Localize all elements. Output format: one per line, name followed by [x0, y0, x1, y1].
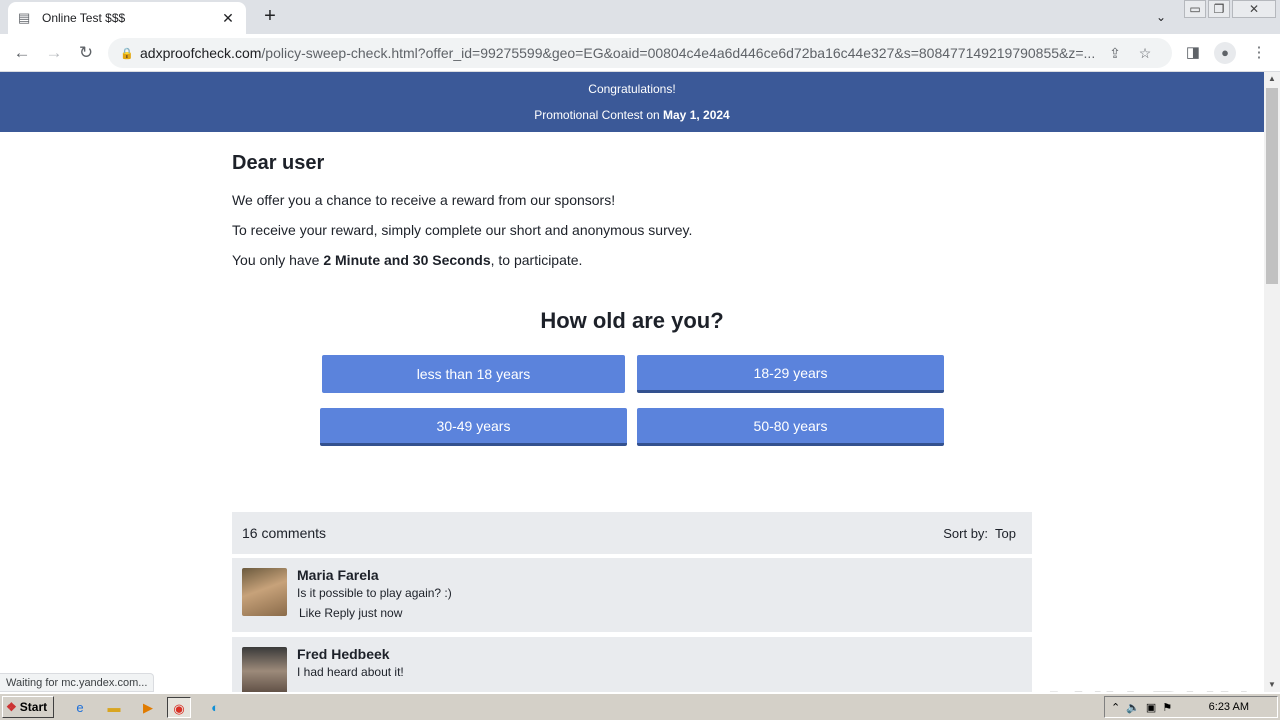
back-arrow-icon[interactable]: ←	[10, 41, 34, 65]
comment-text: I had heard about it!	[297, 665, 404, 679]
answer-30-49-button[interactable]: 30-49 years	[320, 408, 627, 446]
windows-logo-icon: ❖	[6, 700, 17, 714]
comment-item: Fred Hedbeek I had heard about it!	[232, 637, 1032, 692]
scroll-down-icon[interactable]: ▼	[1264, 678, 1280, 692]
clock[interactable]: 6:23 AM	[1209, 701, 1249, 713]
greeting-heading: Dear user	[232, 152, 325, 174]
volume-icon[interactable]: 🔈	[1126, 701, 1140, 714]
intro-paragraph-2: To receive your reward, simply complete …	[232, 222, 693, 238]
close-tab-icon[interactable]: ✕	[220, 10, 236, 27]
scrollbar-thumb[interactable]	[1266, 88, 1278, 284]
comment-item: Maria Farela Is it possible to play agai…	[232, 558, 1032, 632]
folder-icon[interactable]: ▬	[102, 697, 126, 718]
address-bar[interactable]: 🔒 adxproofcheck.com/policy-sweep-check.h…	[108, 38, 1172, 68]
tab-strip: ▤ Online Test $$$ ✕ + ⌄ ▭ ❐ ✕	[0, 0, 1280, 34]
windows-taskbar: ❖ Start e ▬ ▶ ◉ ◐ ⌃ 🔈 ▣ ⚑ 6:23 AM	[0, 693, 1280, 720]
system-tray: ⌃ 🔈 ▣ ⚑ 6:23 AM	[1104, 696, 1278, 718]
lock-icon[interactable]: 🔒	[120, 47, 140, 60]
bookmark-star-icon[interactable]: ☆	[1130, 45, 1160, 62]
tray-expand-icon[interactable]: ⌃	[1111, 701, 1120, 714]
survey-question: How old are you?	[540, 308, 724, 333]
tab-title: Online Test $$$	[42, 11, 126, 25]
page-viewport: Congratulations! Promotional Contest on …	[0, 72, 1264, 692]
comments-header: 16 comments Sort by: Top	[232, 512, 1032, 554]
forward-arrow-icon[interactable]: →	[42, 41, 66, 65]
comments-count: 16 comments	[242, 525, 327, 541]
commenter-avatar	[242, 647, 287, 692]
reload-icon[interactable]: ↻	[74, 41, 98, 65]
url-text[interactable]: adxproofcheck.com/policy-sweep-check.htm…	[140, 45, 1100, 61]
profile-avatar-icon[interactable]: ●	[1214, 42, 1236, 64]
answer-50-80-button[interactable]: 50-80 years	[637, 408, 944, 446]
restore-window-icon[interactable]: ❐	[1208, 0, 1230, 18]
anyrun-watermark: ANY RUN	[1038, 682, 1252, 692]
intro-paragraph-1: We offer you a chance to receive a rewar…	[232, 192, 616, 208]
scroll-up-icon[interactable]: ▲	[1264, 72, 1280, 86]
close-window-icon[interactable]: ✕	[1232, 0, 1276, 18]
ie-icon[interactable]: e	[68, 697, 92, 718]
status-bubble: Waiting for mc.yandex.com...	[0, 673, 155, 692]
answer-under-18-button[interactable]: less than 18 years	[322, 355, 625, 393]
sort-control[interactable]: Sort by: Top	[943, 526, 1016, 541]
promo-banner: Congratulations! Promotional Contest on …	[0, 72, 1264, 132]
new-tab-button[interactable]: +	[258, 4, 282, 28]
commenter-avatar	[242, 568, 287, 616]
side-panel-icon[interactable]: ◨	[1182, 42, 1204, 64]
tab-search-chevron-icon[interactable]: ⌄	[1150, 6, 1172, 28]
chrome-icon[interactable]: ◉	[167, 697, 191, 718]
banner-contest: Promotional Contest on May 1, 2024	[534, 108, 730, 122]
intro-paragraph-3: You only have 2 Minute and 30 Seconds, t…	[232, 252, 583, 268]
media-player-icon[interactable]: ▶	[136, 697, 160, 718]
browser-toolbar: ← → ↻ 🔒 adxproofcheck.com/policy-sweep-c…	[0, 34, 1280, 72]
page-scrollbar[interactable]: ▲ ▼	[1264, 72, 1280, 692]
banner-congrats: Congratulations!	[588, 82, 676, 96]
action-center-flag-icon[interactable]: ⚑	[1162, 701, 1172, 714]
answer-18-29-button[interactable]: 18-29 years	[637, 355, 944, 393]
page-favicon-icon: ▤	[18, 10, 31, 25]
commenter-name[interactable]: Fred Hedbeek	[297, 646, 390, 662]
comment-text: Is it possible to play again? :)	[297, 586, 452, 600]
minimize-window-icon[interactable]: ▭	[1184, 0, 1206, 18]
edge-icon[interactable]: ◐	[203, 697, 227, 718]
network-icon[interactable]: ▣	[1146, 701, 1156, 714]
browser-tab[interactable]: ▤ Online Test $$$ ✕	[8, 2, 246, 34]
start-button[interactable]: ❖ Start	[2, 696, 54, 718]
share-icon[interactable]: ⇪	[1100, 45, 1130, 62]
more-menu-icon[interactable]: ⋮	[1248, 42, 1270, 64]
commenter-name[interactable]: Maria Farela	[297, 567, 379, 583]
comment-actions[interactable]: Like Reply just now	[299, 606, 402, 620]
